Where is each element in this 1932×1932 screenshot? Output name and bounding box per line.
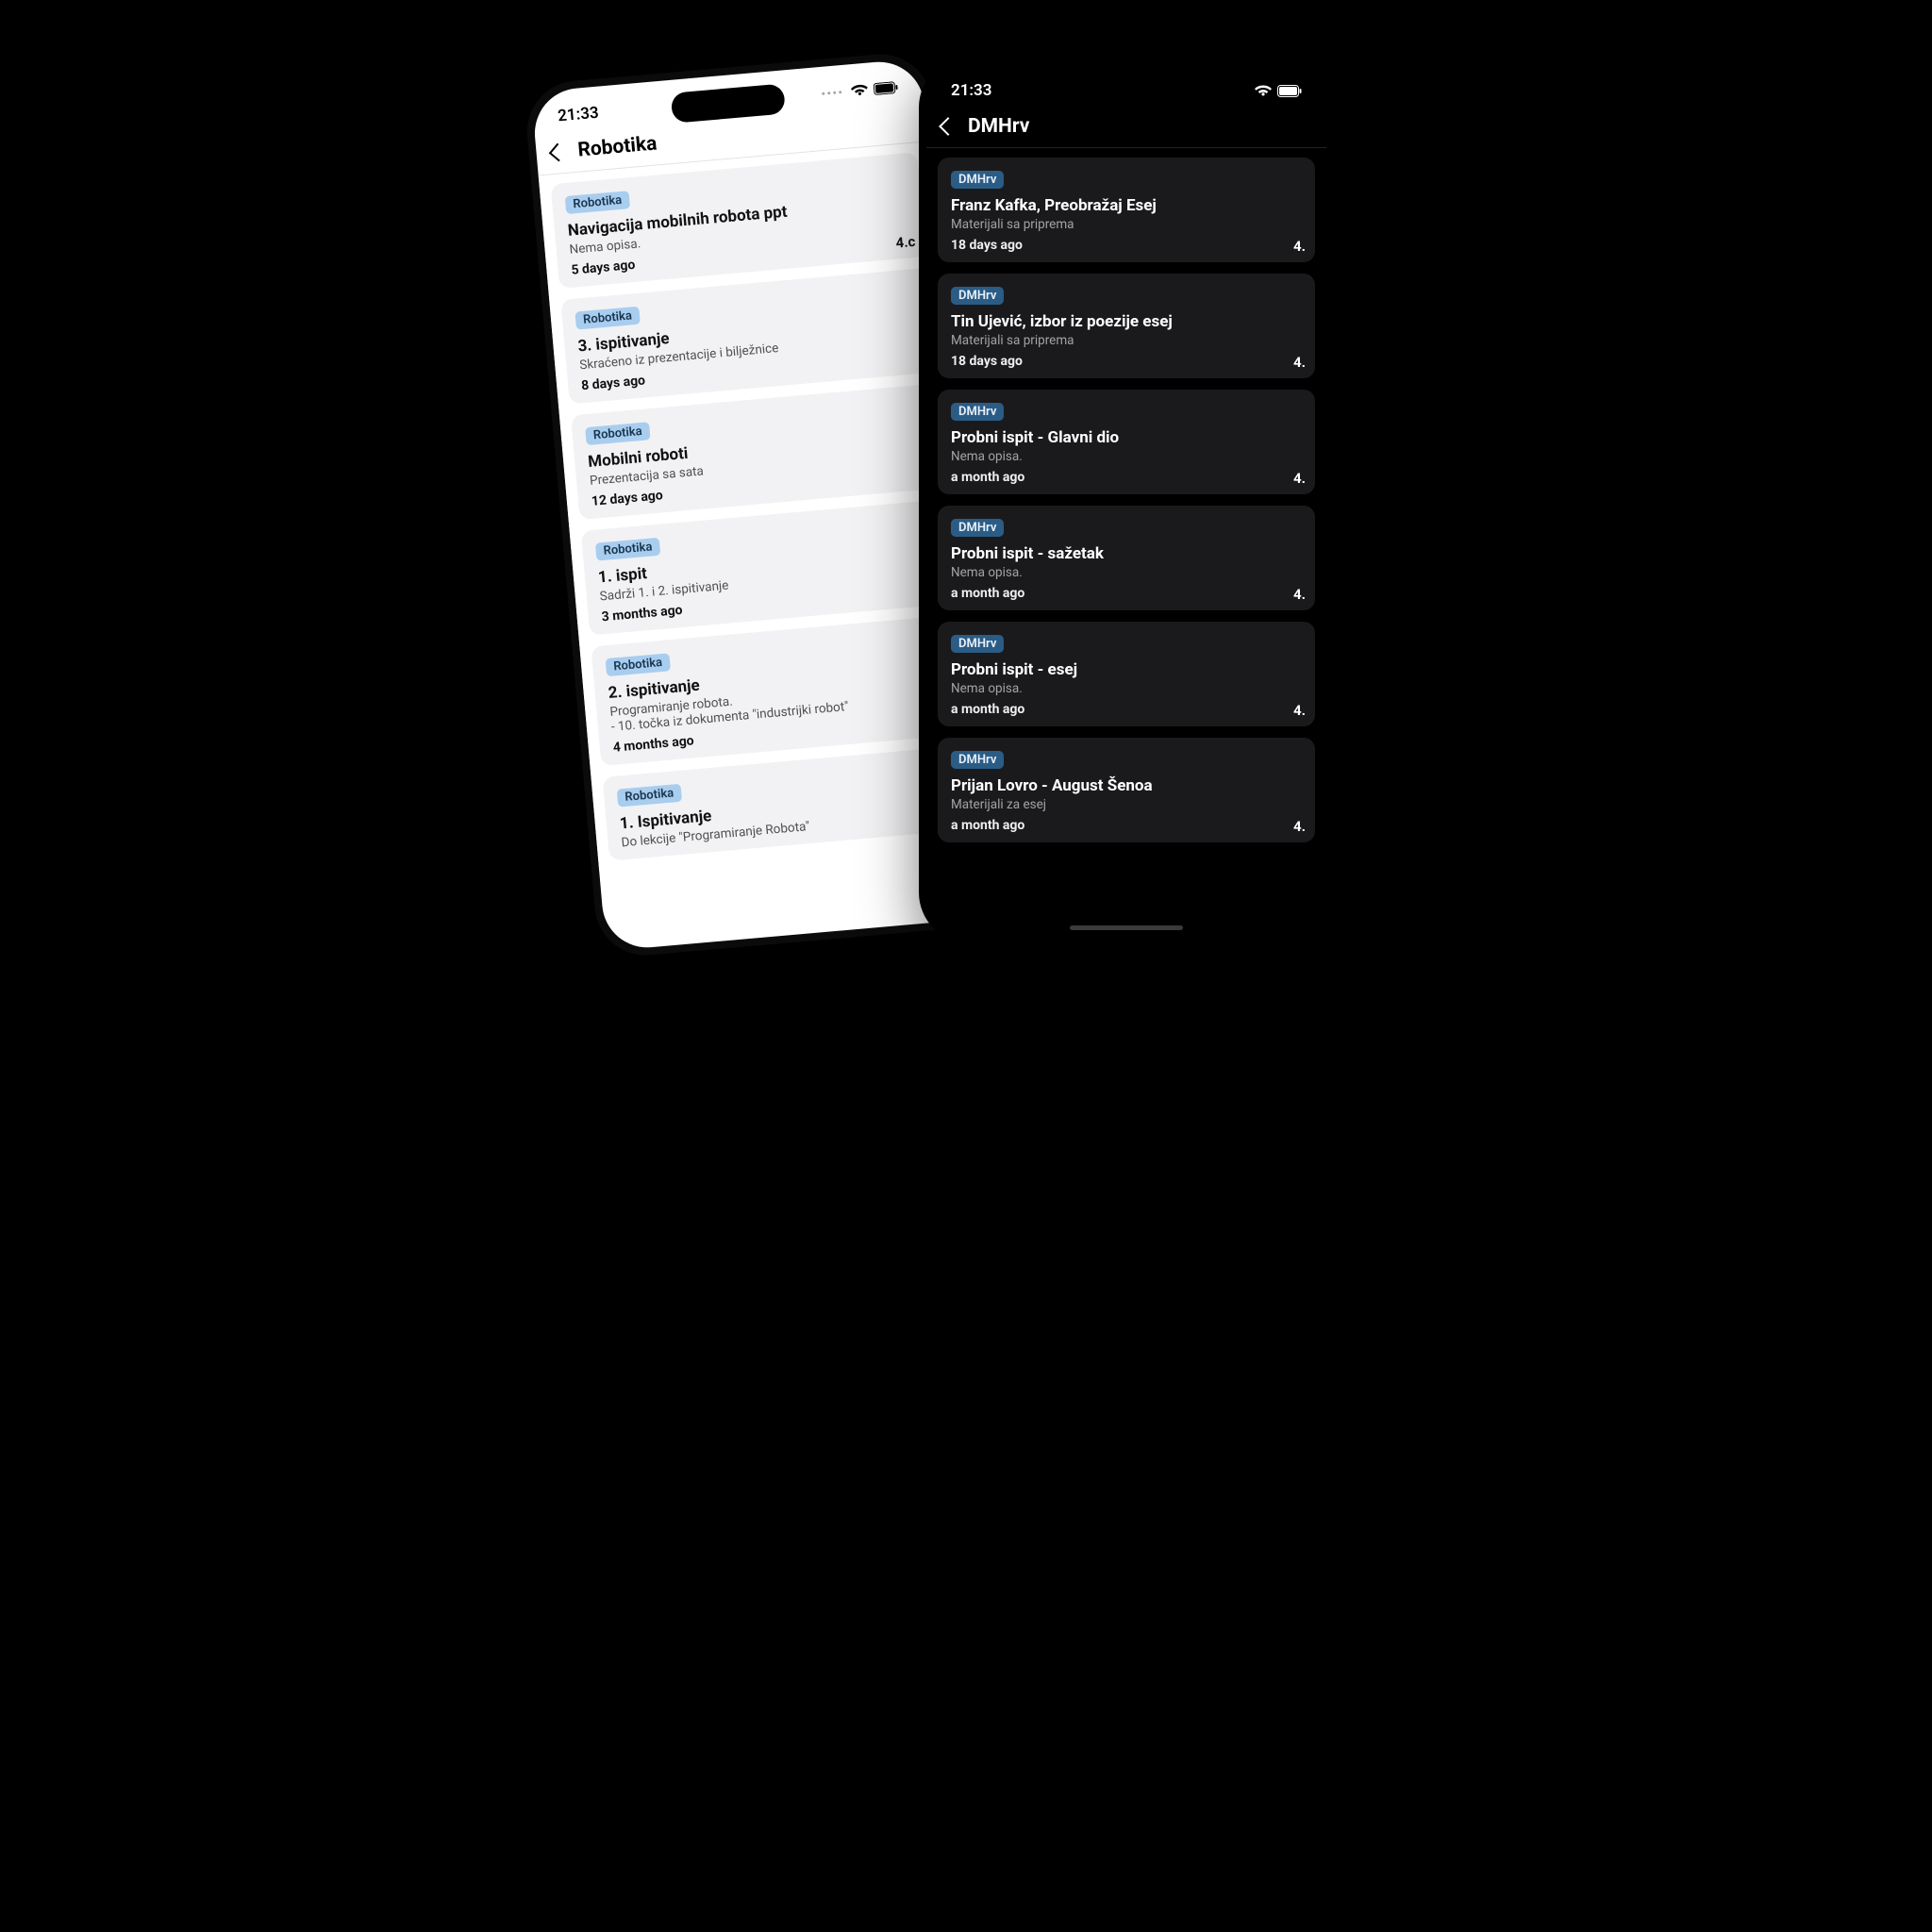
subject-tag: DMHrv (951, 635, 1004, 653)
item-title: Prijan Lovro - August Šenoa (951, 776, 1302, 795)
list-item[interactable]: Robotika2. ispitivanjeProgramiranje robo… (591, 614, 968, 766)
back-icon[interactable] (549, 143, 568, 162)
item-grade: 4. (1293, 702, 1306, 719)
item-description: Nema opisa. (951, 449, 1302, 464)
subject-tag: Robotika (617, 784, 682, 808)
battery-icon (873, 80, 898, 94)
item-age: 18 days ago (951, 238, 1302, 253)
page-header: DMHrv (926, 104, 1326, 148)
status-time: 21:33 (557, 104, 599, 126)
status-time: 21:33 (951, 81, 991, 100)
item-grade: 4.c (895, 233, 916, 252)
subject-tag: Robotika (575, 307, 640, 330)
list-item[interactable]: Robotika1. ispitSadrži 1. i 2. ispitivan… (581, 499, 957, 636)
list-item[interactable]: Robotika3. ispitivanjeSkraćeno iz prezen… (560, 268, 936, 405)
back-icon[interactable] (939, 117, 958, 136)
item-title: Tin Ujević, izbor iz poezije esej (951, 312, 1302, 331)
item-age: 18 days ago (951, 354, 1302, 369)
subject-tag: Robotika (606, 653, 671, 676)
stage: 21:33 Robotika RobotikaNavigacija mobiln… (457, 0, 1475, 1019)
item-age: a month ago (951, 470, 1302, 485)
wifi-icon (851, 83, 869, 98)
wifi-icon (1255, 84, 1272, 97)
list-item[interactable]: RobotikaMobilni robotiPrezentacija sa sa… (571, 383, 946, 520)
subject-tag: Robotika (585, 422, 650, 445)
cell-dots-icon (822, 91, 841, 95)
item-age: a month ago (951, 702, 1302, 717)
page-title: Robotika (576, 132, 658, 161)
subject-tag: DMHrv (951, 287, 1004, 305)
item-description: Materijali za esej (951, 797, 1302, 812)
item-description: Nema opisa. (951, 565, 1302, 580)
item-title: Franz Kafka, Preobražaj Esej (951, 196, 1302, 215)
card-list[interactable]: DMHrv Franz Kafka, Preobražaj Esej Materij… (926, 148, 1326, 852)
subject-tag: DMHrv (951, 171, 1004, 189)
list-item[interactable]: DMHrv Tin Ujević, izbor iz poezije esej Ma… (938, 274, 1315, 378)
list-item[interactable]: DMHrv Prijan Lovro - August Šenoa Materija… (938, 738, 1315, 842)
subject-tag: DMHrv (951, 403, 1004, 421)
item-title: Probni ispit - Glavni dio (951, 428, 1302, 447)
list-item[interactable]: DMHrv Probni ispit - sažetak Nema opisa. a … (938, 506, 1315, 610)
item-grade: 4. (1293, 586, 1306, 603)
item-title: Probni ispit - esej (951, 660, 1302, 679)
phone-dark: 21:33 DMHrv DMHrv Franz Kafka, Preobražaj… (919, 57, 1334, 943)
item-grade: 4. (1293, 238, 1306, 255)
item-grade: 4. (1293, 470, 1306, 487)
dynamic-island (1070, 77, 1183, 108)
item-description: Materijali sa priprema (951, 333, 1302, 348)
subject-tag: Robotika (565, 191, 630, 214)
item-description: Materijali sa priprema (951, 217, 1302, 232)
list-item[interactable]: RobotikaNavigacija mobilnih robota pptNe… (551, 152, 926, 289)
list-item[interactable]: DMHrv Franz Kafka, Preobražaj Esej Materij… (938, 158, 1315, 262)
item-title: Probni ispit - sažetak (951, 544, 1302, 563)
scroll-indicator (1070, 925, 1183, 930)
page-title: DMHrv (968, 115, 1029, 138)
item-age: a month ago (951, 586, 1302, 601)
item-age: a month ago (951, 818, 1302, 833)
item-grade: 4. (1293, 818, 1306, 835)
subject-tag: DMHrv (951, 519, 1004, 537)
list-item[interactable]: DMHrv Probni ispit - Glavni dio Nema opisa… (938, 390, 1315, 494)
list-item[interactable]: DMHrv Probni ispit - esej Nema opisa. a mon… (938, 622, 1315, 726)
item-grade: 4. (1293, 354, 1306, 371)
item-description: Nema opisa. (951, 681, 1302, 696)
subject-tag: DMHrv (951, 751, 1004, 769)
battery-icon (1277, 85, 1302, 97)
subject-tag: Robotika (595, 538, 660, 561)
